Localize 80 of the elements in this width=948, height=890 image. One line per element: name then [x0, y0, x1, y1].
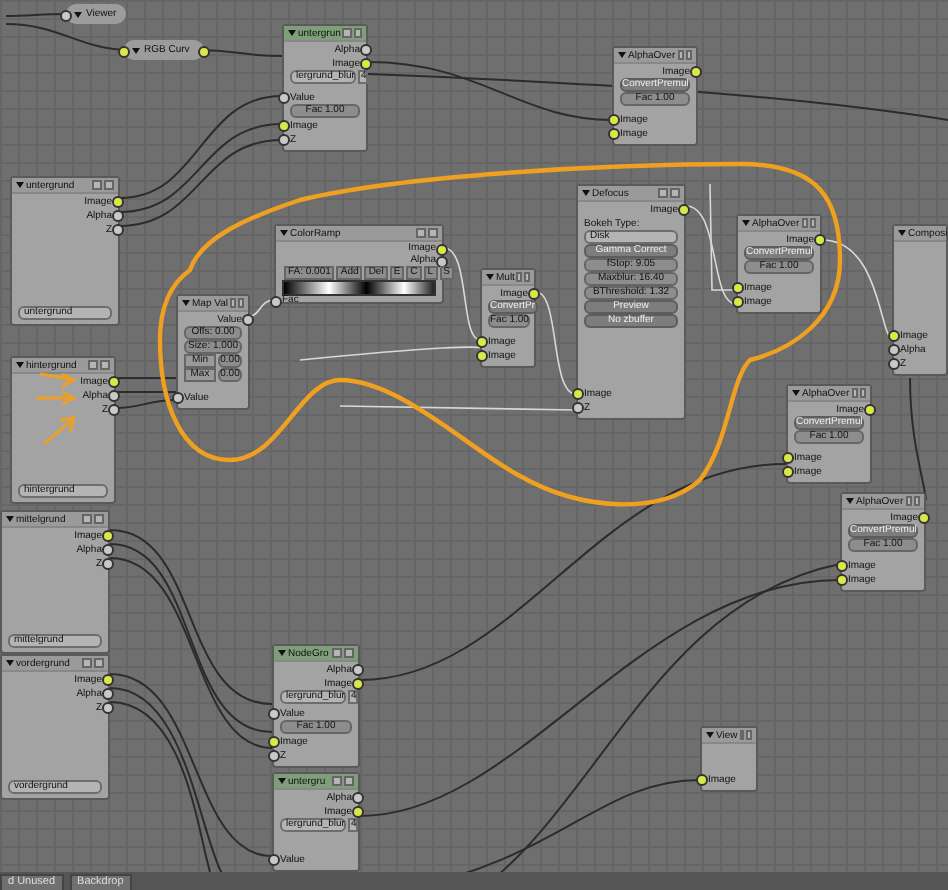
socket-dot[interactable] — [782, 452, 794, 464]
socket-dot[interactable] — [118, 45, 130, 57]
socket-dot[interactable] — [352, 678, 364, 690]
collapse-icon[interactable] — [6, 660, 14, 666]
socket-dot[interactable] — [278, 120, 290, 132]
socket-dot[interactable] — [814, 234, 826, 246]
socket-dot[interactable] — [102, 702, 114, 714]
socket-dot[interactable] — [608, 128, 620, 140]
link-wire — [115, 377, 177, 379]
link-wire — [115, 391, 177, 393]
socket-dot[interactable] — [836, 560, 848, 572]
link-wire — [249, 299, 275, 317]
collapse-icon[interactable] — [278, 650, 286, 656]
link-wire — [909, 377, 927, 501]
socket-dot[interactable] — [268, 708, 280, 720]
socket-dot[interactable] — [112, 210, 124, 222]
socket-dot[interactable] — [102, 558, 114, 570]
collapse-icon[interactable] — [278, 778, 286, 784]
link-wire — [821, 239, 893, 339]
socket-dot[interactable] — [608, 114, 620, 126]
socket-dot[interactable] — [888, 358, 900, 370]
collapse-icon[interactable] — [6, 516, 14, 522]
socket-dot[interactable] — [476, 350, 488, 362]
socket-dot[interactable] — [242, 314, 254, 326]
collapse-icon[interactable] — [846, 498, 854, 504]
socket-dot[interactable] — [436, 244, 448, 256]
socket-dot[interactable] — [268, 750, 280, 762]
socket-dot[interactable] — [476, 336, 488, 348]
socket-dot[interactable] — [108, 376, 120, 388]
collapse-icon[interactable] — [182, 300, 190, 306]
socket-dot[interactable] — [108, 404, 120, 416]
socket-dot[interactable] — [352, 806, 364, 818]
socket-dot[interactable] — [864, 404, 876, 416]
socket-dot[interactable] — [572, 388, 584, 400]
socket-dot[interactable] — [102, 688, 114, 700]
socket-dot[interactable] — [572, 402, 584, 414]
annotation-arrow — [42, 416, 76, 446]
socket-dot[interactable] — [112, 224, 124, 236]
collapse-icon[interactable] — [706, 732, 714, 738]
collapse-icon[interactable] — [742, 220, 750, 226]
socket-dot[interactable] — [112, 196, 124, 208]
collapse-icon[interactable] — [618, 52, 626, 58]
link-wire — [443, 247, 481, 341]
link-wire — [535, 291, 577, 395]
socket-dot[interactable] — [60, 9, 72, 21]
link-wire — [115, 399, 177, 409]
collapse-icon[interactable] — [582, 190, 590, 196]
socket-dot[interactable] — [690, 66, 702, 78]
socket-dot[interactable] — [696, 774, 708, 786]
socket-dot[interactable] — [678, 204, 690, 216]
socket-dot[interactable] — [268, 736, 280, 748]
collapse-icon[interactable] — [16, 362, 24, 368]
socket-dot[interactable] — [732, 282, 744, 294]
socket-dot[interactable] — [888, 344, 900, 356]
socket-dot[interactable] — [836, 574, 848, 586]
socket-dot[interactable] — [108, 390, 120, 402]
socket-dot[interactable] — [888, 330, 900, 342]
socket-dot[interactable] — [102, 544, 114, 556]
socket-dot[interactable] — [360, 58, 372, 70]
socket-dot[interactable] — [268, 854, 280, 866]
socket-dot[interactable] — [270, 296, 282, 308]
socket-dot[interactable] — [172, 392, 184, 404]
socket-dot[interactable] — [102, 674, 114, 686]
collapse-icon[interactable] — [288, 30, 296, 36]
collapse-icon[interactable] — [792, 390, 800, 396]
collapse-icon[interactable] — [280, 230, 288, 236]
socket-dot[interactable] — [360, 44, 372, 56]
socket-dot[interactable] — [782, 466, 794, 478]
socket-dot[interactable] — [918, 512, 930, 524]
socket-dot[interactable] — [102, 530, 114, 542]
collapse-icon[interactable] — [898, 230, 906, 236]
socket-dot[interactable] — [732, 296, 744, 308]
socket-dot[interactable] — [278, 134, 290, 146]
collapse-icon[interactable] — [486, 274, 494, 280]
socket-dot[interactable] — [352, 664, 364, 676]
socket-dot[interactable] — [528, 288, 540, 300]
socket-dot[interactable] — [278, 92, 290, 104]
collapse-icon[interactable] — [16, 182, 24, 188]
socket-dot[interactable] — [352, 792, 364, 804]
socket-dot[interactable] — [198, 45, 210, 57]
